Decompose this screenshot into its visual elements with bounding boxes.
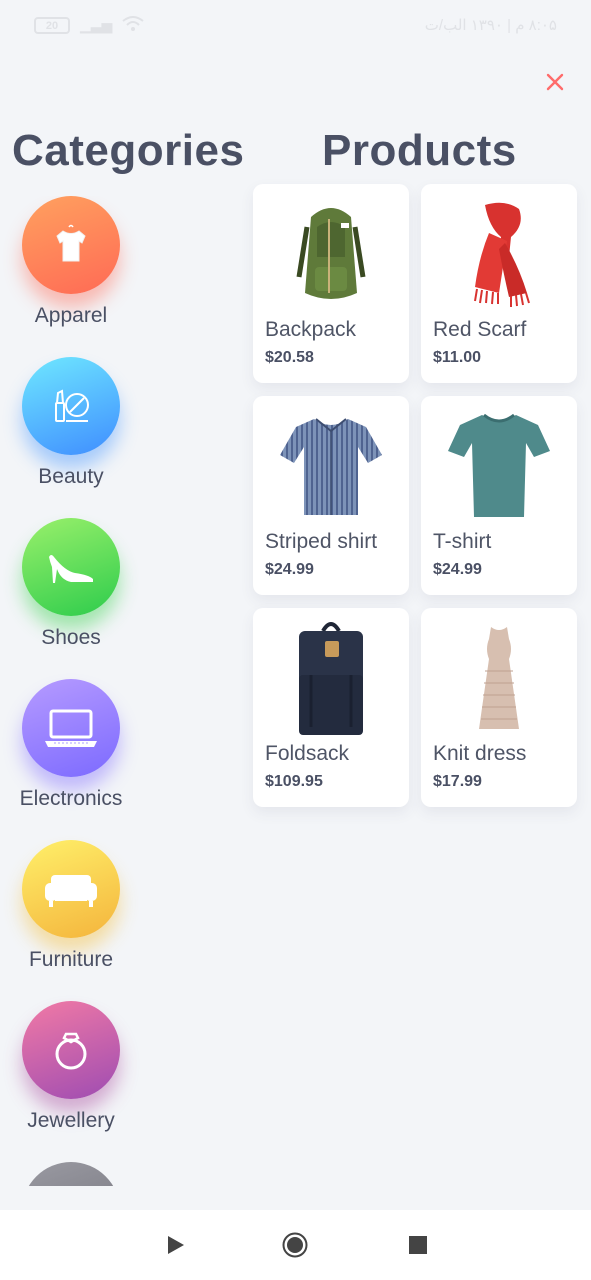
status-bar: 20 ▁▃▅ ۸:۰۵ م | ۱۳۹۰ الب/ت xyxy=(0,0,591,56)
product-price: $17.99 xyxy=(433,773,482,790)
category-label: Beauty xyxy=(38,465,104,488)
category-label: Apparel xyxy=(34,304,108,327)
product-name: Red Scarf xyxy=(433,318,527,341)
product-name: T-shirt xyxy=(433,530,492,553)
close-button[interactable] xyxy=(541,68,569,96)
product-name: Backpack xyxy=(265,318,357,341)
high-heel-icon xyxy=(49,555,93,583)
sofa-icon xyxy=(45,875,97,907)
category-circle xyxy=(22,1001,120,1099)
knit-dress-image xyxy=(421,618,577,736)
category-circle xyxy=(22,357,120,455)
category-circle xyxy=(22,196,120,294)
categories-heading: Categories xyxy=(12,126,245,175)
product-name: Striped shirt xyxy=(265,530,378,553)
shirt-icon xyxy=(56,224,86,262)
category-circle xyxy=(22,1162,120,1186)
ring-icon xyxy=(55,1032,87,1070)
close-icon xyxy=(546,73,564,91)
battery-icon: 20 xyxy=(34,17,70,34)
signal-icon: ▁▃▅ xyxy=(80,17,113,33)
tshirt-image xyxy=(421,406,577,524)
product-name: Foldsack xyxy=(265,742,350,765)
product-card-knit-dress[interactable]: Knit dress $17.99 xyxy=(421,608,577,807)
category-circle xyxy=(22,518,120,616)
product-price: $20.58 xyxy=(265,349,314,366)
category-list[interactable]: Apparel Beauty Shoes Electronics Furnitu… xyxy=(0,196,142,1186)
laptop-icon xyxy=(45,709,97,747)
makeup-icon xyxy=(55,389,89,422)
category-label: Shoes xyxy=(41,626,101,649)
product-card-tshirt[interactable]: T-shirt $24.99 xyxy=(421,396,577,595)
product-price: $11.00 xyxy=(433,349,482,366)
category-circle xyxy=(22,840,120,938)
category-beauty[interactable]: Beauty xyxy=(0,357,142,497)
recents-button[interactable] xyxy=(405,1232,431,1258)
striped-shirt-image xyxy=(253,406,409,524)
product-card-striped-shirt[interactable]: Striped shirt $24.99 xyxy=(253,396,409,595)
system-nav-bar xyxy=(0,1210,591,1280)
product-card-red-scarf[interactable]: Red Scarf $11.00 xyxy=(421,184,577,383)
category-label: Jewellery xyxy=(27,1109,115,1132)
status-icons: 20 ▁▃▅ xyxy=(34,16,144,35)
category-electronics[interactable]: Electronics xyxy=(0,679,142,819)
product-price: $109.95 xyxy=(265,773,323,790)
category-circle xyxy=(22,679,120,777)
scarf-image xyxy=(421,194,577,312)
play-icon xyxy=(168,1236,184,1254)
product-name: Knit dress xyxy=(433,742,527,765)
circle-home-icon xyxy=(282,1232,308,1258)
battery-level: 20 xyxy=(45,19,59,32)
product-price: $24.99 xyxy=(433,561,482,578)
category-apparel[interactable]: Apparel xyxy=(0,196,142,336)
category-jewellery[interactable]: Jewellery xyxy=(0,1001,142,1141)
square-icon xyxy=(409,1236,427,1254)
back-button[interactable] xyxy=(162,1232,188,1258)
category-furniture[interactable]: Furniture xyxy=(0,840,142,980)
category-partial[interactable] xyxy=(0,1162,142,1186)
home-button[interactable] xyxy=(282,1232,308,1258)
category-label: Electronics xyxy=(19,787,123,810)
category-shoes[interactable]: Shoes xyxy=(0,518,142,658)
products-heading: Products xyxy=(322,126,517,175)
foldsack-image xyxy=(253,618,409,736)
status-time: ۸:۰۵ م | ۱۳۹۰ الب/ت xyxy=(424,17,557,34)
product-price: $24.99 xyxy=(265,561,314,578)
product-card-foldsack[interactable]: Foldsack $109.95 xyxy=(253,608,409,807)
category-label: Furniture xyxy=(28,948,114,971)
backpack-image xyxy=(253,194,409,312)
product-card-backpack[interactable]: Backpack $20.58 xyxy=(253,184,409,383)
wifi-icon xyxy=(122,16,144,35)
